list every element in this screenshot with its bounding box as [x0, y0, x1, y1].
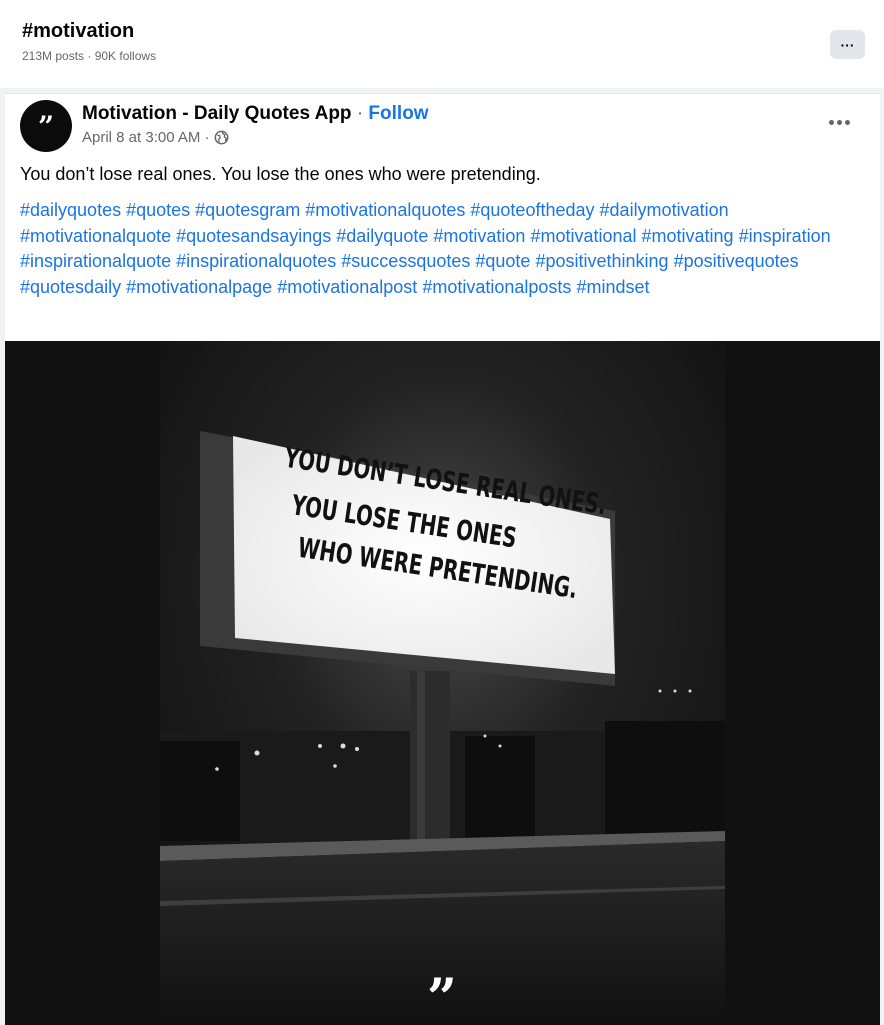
- post-caption: You don’t lose real ones. You lose the o…: [20, 164, 541, 184]
- hashtag-link[interactable]: #quoteoftheday: [470, 200, 594, 220]
- quote-mark-icon: ”: [37, 109, 55, 143]
- billboard-photo: YOU DON’T LOSE REAL ONES. YOU LOSE THE O…: [5, 341, 880, 1025]
- hashtag-link[interactable]: #mindset: [576, 277, 649, 297]
- hashtag-link[interactable]: #motivational: [530, 226, 636, 246]
- hashtag-link[interactable]: #inspirationalquote: [20, 251, 171, 271]
- more-icon[interactable]: ···: [830, 30, 865, 59]
- hashtag-link[interactable]: #motivationalpost: [277, 277, 417, 297]
- hashtag-title: #motivation: [22, 20, 135, 42]
- more-label: ···: [840, 36, 855, 53]
- hashtag-link[interactable]: #successquotes: [341, 251, 470, 271]
- hashtag-link[interactable]: #motivationalpage: [126, 277, 272, 297]
- hashtag-link[interactable]: #inspirationalquotes: [176, 251, 336, 271]
- hashtag-link[interactable]: #positivequotes: [674, 251, 799, 271]
- globe-icon: [214, 130, 228, 145]
- more-horizontal-icon[interactable]: [825, 112, 853, 132]
- hashtag-link[interactable]: #dailyquotes: [20, 200, 121, 220]
- hashtag-link[interactable]: #quotesandsayings: [176, 226, 331, 246]
- hashtag-link[interactable]: #quotesgram: [195, 200, 300, 220]
- hashtag-link[interactable]: #motivation: [433, 226, 525, 246]
- hashtag-link[interactable]: #motivationalquotes: [305, 200, 465, 220]
- hashtag-link[interactable]: #quotesdaily: [20, 277, 121, 297]
- author-line: Motivation - Daily Quotes App · Follow: [82, 103, 429, 125]
- follow-button[interactable]: Follow: [368, 103, 428, 124]
- post-image[interactable]: YOU DON’T LOSE REAL ONES. YOU LOSE THE O…: [5, 341, 880, 1025]
- hashtag-link[interactable]: #positivethinking: [535, 251, 668, 271]
- post-card: ” Motivation - Daily Quotes App · Follow…: [5, 93, 880, 1025]
- author-avatar[interactable]: ”: [20, 100, 72, 152]
- hashtag-stats: 213M posts · 90K follows: [22, 49, 157, 63]
- post-meta: April 8 at 3:00 AM ·: [82, 129, 229, 146]
- hashtag-link[interactable]: #quotes: [126, 200, 190, 220]
- hashtag-link[interactable]: #dailyquote: [336, 226, 428, 246]
- hashtag-header: #motivation 213M posts · 90K follows ···: [0, 0, 884, 88]
- hashtag-link[interactable]: #inspiration: [739, 226, 831, 246]
- hashtag-link[interactable]: #dailymotivation: [600, 200, 729, 220]
- separator-dot: ·: [356, 103, 364, 124]
- hashtag-link[interactable]: #motivationalquote: [20, 226, 171, 246]
- hashtag-list: #dailyquotes #quotes #quotesgram #motiva…: [20, 198, 870, 301]
- author-name-link[interactable]: Motivation - Daily Quotes App: [82, 103, 352, 124]
- hashtag-link[interactable]: #motivationalposts: [422, 277, 571, 297]
- hashtag-link[interactable]: #motivating: [642, 226, 734, 246]
- post-timestamp[interactable]: April 8 at 3:00 AM ·: [82, 129, 210, 146]
- image-quote-mark: ”: [427, 968, 457, 1025]
- hashtag-link[interactable]: #quote: [475, 251, 530, 271]
